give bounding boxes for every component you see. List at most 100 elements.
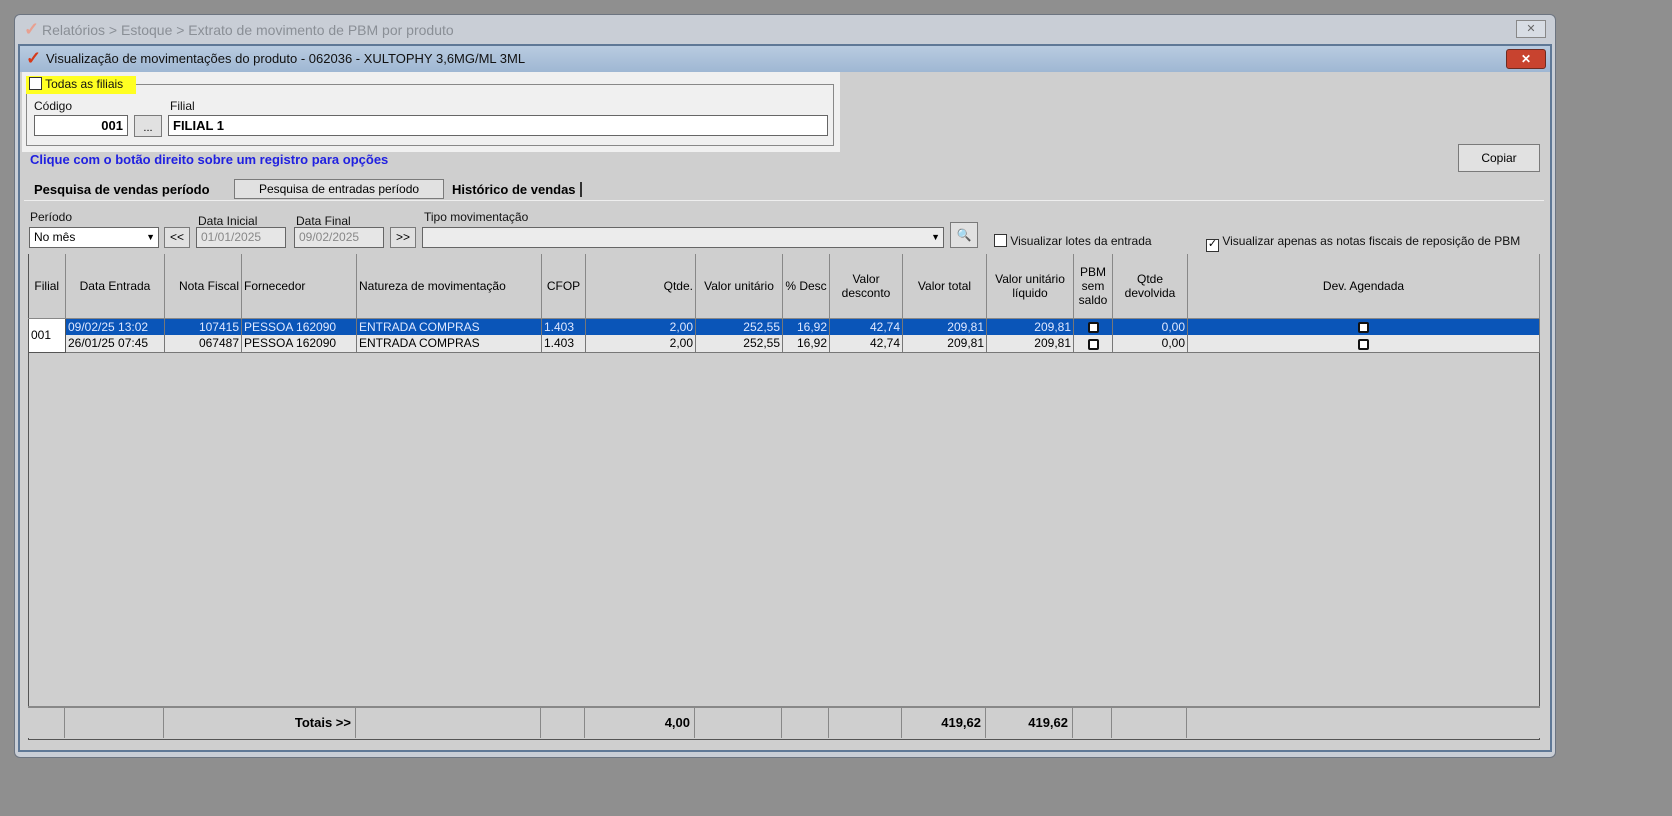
- totals-empty: [829, 708, 902, 738]
- cell-natureza: ENTRADA COMPRAS: [356, 335, 542, 353]
- all-branches-label: Todas as filiais: [45, 77, 124, 91]
- col-valor-liquido[interactable]: Valor unitário líquido: [986, 254, 1074, 319]
- previous-period-button[interactable]: <<: [164, 227, 190, 248]
- cell-fornecedor: PESSOA 162090: [241, 335, 357, 353]
- cell-desc: 16,92: [782, 335, 830, 353]
- col-filial[interactable]: Filial: [28, 254, 66, 319]
- totals-empty: [356, 708, 541, 738]
- end-date-input[interactable]: 09/02/2025: [294, 227, 384, 248]
- checkbox-icon: [1087, 322, 1099, 334]
- table-row[interactable]: 001 09/02/25 13:02 107415 PESSOA 162090 …: [28, 317, 1540, 353]
- cell-qtde: 2,00: [585, 335, 696, 353]
- period-label: Período: [30, 210, 73, 224]
- hint-text: Clique com o botão direito sobre um regi…: [30, 152, 389, 167]
- pbm-only-checkbox[interactable]: ✓ Visualizar apenas as notas fiscais de …: [1206, 234, 1520, 252]
- cell-data: 26/01/25 07:45: [65, 335, 165, 353]
- cell-liq: 209,81: [986, 335, 1074, 353]
- col-fornecedor[interactable]: Fornecedor: [241, 254, 357, 319]
- cell-vdesc: 42,74: [829, 335, 903, 353]
- cell-cfop: 1.403: [541, 318, 586, 335]
- window-title: Visualização de movimentações do produto…: [46, 51, 526, 66]
- cell-devolvida: 0,00: [1112, 335, 1188, 353]
- outer-close-button[interactable]: ✕: [1516, 20, 1546, 38]
- totals-empty: [695, 708, 782, 738]
- cell-dev-agendada[interactable]: [1187, 335, 1540, 353]
- outer-window-title: ✓ Relatórios > Estoque > Extrato de movim…: [18, 18, 1552, 42]
- cell-dev-agendada[interactable]: [1187, 318, 1540, 335]
- col-valor-desconto[interactable]: Valor desconto: [829, 254, 903, 319]
- cell-qtde: 2,00: [585, 318, 696, 335]
- tab-sales-period[interactable]: Pesquisa de vendas período: [34, 182, 210, 197]
- cell-natureza: ENTRADA COMPRAS: [356, 318, 542, 335]
- chevron-down-icon: ▼: [931, 232, 940, 242]
- tab-sales-history[interactable]: Histórico de vendas: [452, 182, 582, 197]
- chevron-down-icon: ▼: [146, 232, 155, 242]
- totals-empty: [541, 708, 585, 738]
- checkbox-icon: [994, 234, 1007, 247]
- checkbox-icon: [1358, 338, 1369, 350]
- totals-empty: [1112, 708, 1187, 738]
- movement-type-label: Tipo movimentação: [424, 210, 529, 224]
- checkbox-icon: [29, 77, 42, 90]
- col-natureza[interactable]: Natureza de movimentação: [356, 254, 542, 319]
- totals-liquido: 419,62: [986, 708, 1073, 738]
- branch-lookup-button[interactable]: ...: [134, 115, 162, 137]
- col-data-entrada[interactable]: Data Entrada: [65, 254, 165, 319]
- cell-nf: 067487: [164, 335, 242, 353]
- totals-qtde: 4,00: [585, 708, 695, 738]
- window-title-bar: ✓ Visualização de movimentações do produt…: [20, 46, 1550, 72]
- tab-divider: [24, 200, 1544, 201]
- cell-fornecedor: PESSOA 162090: [241, 318, 357, 335]
- col-dev-agendada[interactable]: Dev. Agendada: [1187, 254, 1540, 319]
- totals-empty: [28, 708, 65, 738]
- code-label: Código: [34, 99, 73, 113]
- col-desc[interactable]: % Desc: [782, 254, 830, 319]
- view-lots-checkbox[interactable]: Visualizar lotes da entrada: [994, 234, 1152, 248]
- cell-vdesc: 42,74: [829, 318, 903, 335]
- cell-unit: 252,55: [695, 335, 783, 353]
- copy-button[interactable]: Copiar: [1458, 144, 1540, 172]
- totals-label: Totais >>: [164, 708, 356, 738]
- checkbox-icon: [1087, 338, 1099, 350]
- pbm-only-label: Visualizar apenas as notas fiscais de re…: [1222, 234, 1521, 248]
- close-button[interactable]: ✕: [1506, 49, 1546, 69]
- totals-total: 419,62: [902, 708, 986, 738]
- period-value: No mês: [34, 230, 76, 244]
- cell-pbm-sem-saldo[interactable]: [1073, 335, 1113, 353]
- cell-unit: 252,55: [695, 318, 783, 335]
- col-nota-fiscal[interactable]: Nota Fiscal: [164, 254, 242, 319]
- tab-entries-period[interactable]: Pesquisa de entradas período: [234, 179, 444, 199]
- branch-input[interactable]: FILIAL 1: [168, 115, 828, 136]
- end-date-label: Data Final: [296, 214, 351, 228]
- totals-empty: [1073, 708, 1112, 738]
- cell-cfop: 1.403: [541, 335, 586, 353]
- movement-type-select[interactable]: ▼: [422, 227, 944, 248]
- totals-empty: [782, 708, 829, 738]
- app-logo-icon: ✓: [26, 48, 42, 68]
- checkbox-icon: [1358, 322, 1369, 334]
- col-qtde[interactable]: Qtde.: [585, 254, 696, 319]
- cell-liq: 209,81: [986, 318, 1074, 335]
- cell-nf: 107415: [164, 318, 242, 335]
- cell-desc: 16,92: [782, 318, 830, 335]
- cell-filial: 001: [28, 317, 66, 353]
- code-input[interactable]: 001: [34, 115, 128, 136]
- next-period-button[interactable]: >>: [390, 227, 416, 248]
- branch-label: Filial: [170, 99, 195, 113]
- col-pbm-sem-saldo[interactable]: PBM sem saldo: [1073, 254, 1113, 319]
- col-valor-unitario[interactable]: Valor unitário: [695, 254, 783, 319]
- all-branches-checkbox[interactable]: Todas as filiais: [26, 76, 136, 94]
- col-qtde-devolvida[interactable]: Qtde devolvida: [1112, 254, 1188, 319]
- cell-total: 209,81: [902, 318, 987, 335]
- view-lots-label: Visualizar lotes da entrada: [1010, 234, 1152, 248]
- cell-pbm-sem-saldo[interactable]: [1073, 318, 1113, 335]
- search-icon: 🔍: [956, 228, 972, 242]
- start-date-input[interactable]: 01/01/2025: [196, 227, 286, 248]
- search-button[interactable]: 🔍: [950, 222, 978, 248]
- checkmark-icon: ✓: [1206, 238, 1219, 252]
- app-logo-icon: ✓: [24, 19, 40, 39]
- table-row[interactable]: 26/01/25 07:45 067487 PESSOA 162090 ENTR…: [29, 335, 1540, 353]
- col-valor-total[interactable]: Valor total: [902, 254, 987, 319]
- period-select[interactable]: No mês ▼: [29, 227, 159, 248]
- col-cfop[interactable]: CFOP: [541, 254, 586, 319]
